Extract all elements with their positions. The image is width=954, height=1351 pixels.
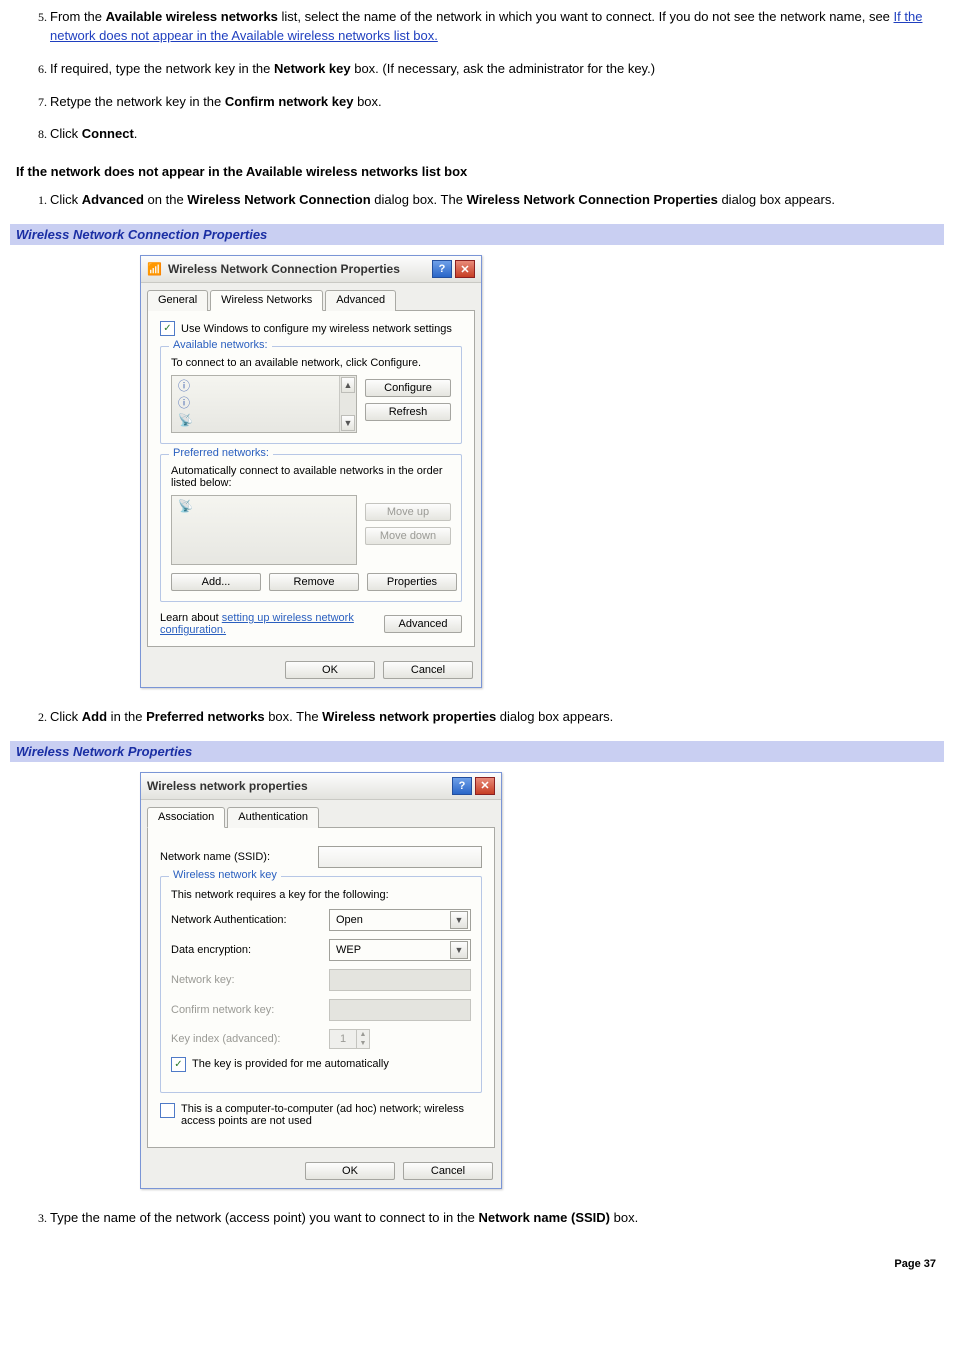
- spinner-down-icon: ▼: [357, 1039, 369, 1048]
- label-confirmkey: Confirm network key:: [171, 1004, 321, 1016]
- tab-strip-2: Association Authentication: [141, 800, 501, 827]
- fieldset-available: Available networks: To connect to an ava…: [160, 346, 462, 444]
- refresh-button[interactable]: Refresh: [365, 403, 451, 421]
- scrollbar[interactable]: ▲ ▼: [339, 376, 356, 432]
- titlebar-2: Wireless network properties ? ✕: [141, 773, 501, 800]
- caption-bar-2: Wireless Network Properties: [10, 741, 944, 762]
- substep-2: Click Add in the Preferred networks box.…: [50, 708, 944, 727]
- substep-3: Type the name of the network (access poi…: [50, 1209, 944, 1228]
- select-netauth[interactable]: Open ▼: [329, 909, 471, 931]
- checkbox-auto-key[interactable]: ✓: [171, 1057, 186, 1072]
- network-item-icon: 📡: [178, 499, 193, 513]
- moveup-button[interactable]: Move up: [365, 503, 451, 521]
- help-button[interactable]: ?: [452, 777, 472, 795]
- label-netkey: Network key:: [171, 974, 321, 986]
- label-adhoc: This is a computer-to-computer (ad hoc) …: [181, 1103, 481, 1127]
- label-netauth: Network Authentication:: [171, 914, 321, 926]
- ok-button[interactable]: OK: [305, 1162, 395, 1180]
- spinner-keyindex: 1 ▲ ▼: [329, 1029, 370, 1049]
- scroll-up-icon[interactable]: ▲: [341, 377, 355, 393]
- fieldset-wireless-key: Wireless network key This network requir…: [160, 876, 482, 1093]
- chevron-down-icon: ▼: [450, 941, 468, 959]
- checkbox-adhoc[interactable]: ✓: [160, 1103, 175, 1118]
- dialog2-title: Wireless network properties: [147, 779, 308, 793]
- step-8: Click Connect.: [50, 125, 944, 144]
- desc-requires: This network requires a key for the foll…: [171, 889, 471, 901]
- label-ssid: Network name (SSID):: [160, 851, 310, 863]
- spinner-up-icon: ▲: [357, 1030, 369, 1039]
- tab-wireless-networks[interactable]: Wireless Networks: [210, 290, 323, 311]
- step-6: If required, type the network key in the…: [50, 60, 944, 79]
- remove-button[interactable]: Remove: [269, 573, 359, 591]
- network-item-icon: ⓘ: [178, 397, 333, 409]
- scroll-down-icon[interactable]: ▼: [341, 415, 355, 431]
- step-5: From the Available wireless networks lis…: [50, 8, 944, 46]
- tab-strip: General Wireless Networks Advanced: [141, 283, 481, 310]
- fieldset-preferred: Preferred networks: Automatically connec…: [160, 454, 462, 602]
- desc-available: To connect to an available network, clic…: [171, 357, 451, 369]
- listbox-preferred[interactable]: 📡: [171, 495, 357, 565]
- dialog-network-properties: Wireless network properties ? ✕ Associat…: [140, 772, 502, 1189]
- chevron-down-icon: ▼: [450, 911, 468, 929]
- select-dataenc[interactable]: WEP ▼: [329, 939, 471, 961]
- movedown-button[interactable]: Move down: [365, 527, 451, 545]
- help-button[interactable]: ?: [432, 260, 452, 278]
- cancel-button[interactable]: Cancel: [383, 661, 473, 679]
- substep-1: Click Advanced on the Wireless Network C…: [50, 191, 944, 210]
- dialog-title: Wireless Network Connection Properties: [168, 262, 400, 276]
- advanced-button[interactable]: Advanced: [384, 615, 462, 633]
- add-button[interactable]: Add...: [171, 573, 261, 591]
- properties-button[interactable]: Properties: [367, 573, 457, 591]
- legend-preferred: Preferred networks:: [169, 447, 273, 459]
- close-button[interactable]: ✕: [475, 777, 495, 795]
- checkbox-use-windows[interactable]: ✓: [160, 321, 175, 336]
- input-ssid[interactable]: [318, 846, 482, 868]
- input-confirmkey: [329, 999, 471, 1021]
- ok-button[interactable]: OK: [285, 661, 375, 679]
- cancel-button[interactable]: Cancel: [403, 1162, 493, 1180]
- dialog-connection-properties: 📶 Wireless Network Connection Properties…: [140, 255, 482, 688]
- legend-wireless-key: Wireless network key: [169, 869, 281, 881]
- network-icon: 📶: [147, 262, 162, 276]
- network-item-icon: ⓘ: [178, 380, 333, 392]
- label-auto-key: The key is provided for me automatically: [192, 1058, 389, 1070]
- ordered-list-sub-3: Type the name of the network (access poi…: [10, 1209, 944, 1228]
- tab-authentication[interactable]: Authentication: [227, 807, 319, 828]
- close-button[interactable]: ✕: [455, 260, 475, 278]
- listbox-available[interactable]: ⓘ ⓘ 📡 ▲ ▼: [171, 375, 357, 433]
- tab-general[interactable]: General: [147, 290, 208, 311]
- caption-bar-1: Wireless Network Connection Properties: [10, 224, 944, 245]
- titlebar: 📶 Wireless Network Connection Properties…: [141, 256, 481, 283]
- label-use-windows: Use Windows to configure my wireless net…: [181, 323, 452, 335]
- ordered-list-sub-2: Click Add in the Preferred networks box.…: [10, 708, 944, 727]
- legend-available: Available networks:: [169, 339, 272, 351]
- label-keyindex: Key index (advanced):: [171, 1033, 321, 1045]
- page-footer: Page 37: [10, 1258, 944, 1270]
- tab-advanced[interactable]: Advanced: [325, 290, 396, 311]
- desc-preferred: Automatically connect to available netwo…: [171, 465, 451, 489]
- input-netkey: [329, 969, 471, 991]
- network-item-icon: 📡: [178, 414, 333, 426]
- tab-association[interactable]: Association: [147, 807, 225, 828]
- configure-button[interactable]: Configure: [365, 379, 451, 397]
- step-7: Retype the network key in the Confirm ne…: [50, 93, 944, 112]
- label-dataenc: Data encryption:: [171, 944, 321, 956]
- learn-text: Learn about setting up wireless network …: [160, 612, 384, 636]
- ordered-list-main: From the Available wireless networks lis…: [10, 8, 944, 144]
- ordered-list-sub: Click Advanced on the Wireless Network C…: [10, 191, 944, 210]
- section-heading: If the network does not appear in the Av…: [16, 164, 944, 179]
